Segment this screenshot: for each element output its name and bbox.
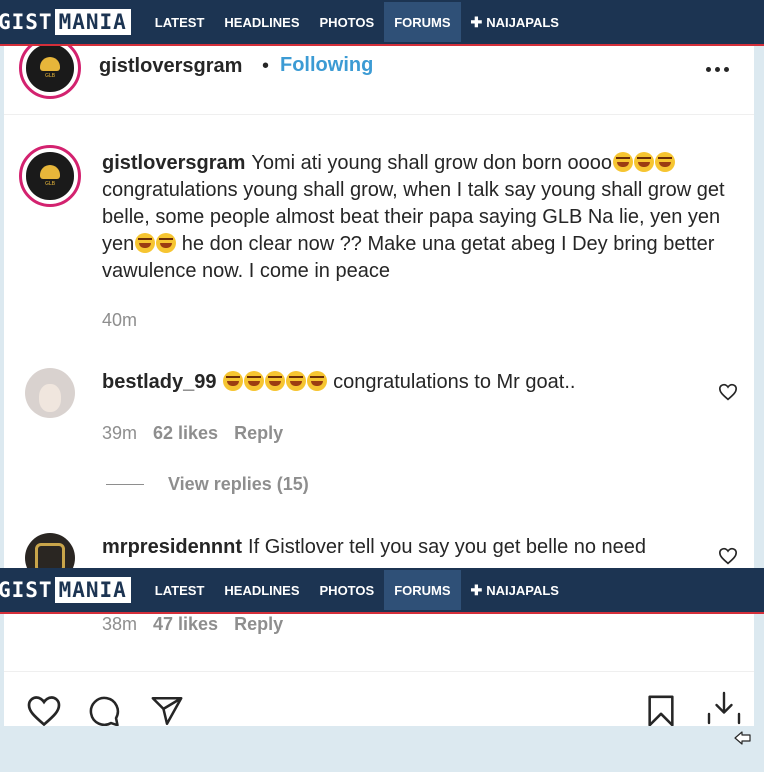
header-divider bbox=[4, 114, 754, 115]
comment-2-reply-button[interactable]: Reply bbox=[234, 614, 283, 634]
separator-dot: • bbox=[262, 55, 270, 77]
nav-latest[interactable]: LATEST bbox=[145, 570, 215, 610]
comment-2-body: If Gistlover tell you say you get belle … bbox=[248, 536, 647, 558]
commenter-avatar[interactable] bbox=[25, 368, 75, 418]
gistmania-logo[interactable]: GIST MANIA bbox=[0, 577, 131, 603]
laughing-emoji-icon bbox=[265, 371, 286, 391]
gistmania-logo[interactable]: GIST MANIA bbox=[0, 9, 131, 35]
comment-2-like-heart-icon[interactable] bbox=[718, 547, 738, 565]
more-options-icon[interactable] bbox=[702, 56, 732, 82]
post-author-username[interactable]: gistloversgram bbox=[99, 55, 242, 78]
page-bottom-band bbox=[0, 726, 764, 772]
nav-forums[interactable]: FORUMS bbox=[384, 2, 461, 42]
nav-forums[interactable]: FORUMS bbox=[384, 570, 461, 610]
laughing-emoji-icon bbox=[307, 371, 328, 391]
following-button[interactable]: Following bbox=[280, 54, 373, 77]
caption-text-part-1: Yomi ati young shall grow don born oooo bbox=[251, 152, 613, 174]
comment-2-text: mrpresidennnt If Gistlover tell you say y… bbox=[102, 534, 702, 561]
site-navbar-overlay: GIST MANIA LATEST HEADLINES PHOTOS FORUMS… bbox=[0, 568, 764, 614]
comment-1-body: congratulations to Mr goat.. bbox=[333, 371, 576, 393]
laughing-emoji-icon bbox=[155, 233, 176, 253]
nav-headlines[interactable]: HEADLINES bbox=[214, 2, 309, 42]
instagram-post-screenshot: GLB gistloversgram • Following GLB gistl… bbox=[4, 0, 754, 726]
caption-avatar[interactable]: GLB bbox=[19, 145, 81, 207]
hand-cursor-icon bbox=[734, 731, 751, 745]
nav-photos[interactable]: PHOTOS bbox=[310, 570, 385, 610]
comment-1-time: 39m bbox=[102, 423, 138, 443]
nav-naijapals[interactable]: ✚ NAIJAPALS bbox=[461, 570, 569, 610]
comment-1-text: bestlady_99 congratulations to Mr goat.. bbox=[102, 369, 702, 396]
heart-icon[interactable] bbox=[26, 694, 62, 726]
comment-1-meta: 39m 62 likes Reply bbox=[102, 423, 299, 444]
page-side-strip bbox=[754, 0, 764, 772]
laughing-emoji-group bbox=[223, 371, 328, 393]
comment-2-username[interactable]: mrpresidennnt bbox=[102, 536, 242, 558]
laughing-emoji-icon bbox=[612, 152, 633, 172]
laughing-emoji-icon bbox=[244, 371, 265, 391]
actions-divider bbox=[4, 671, 754, 672]
plus-icon: ✚ bbox=[470, 13, 483, 30]
laughing-emoji-icon bbox=[654, 152, 675, 172]
avatar-logo-icon: GLB bbox=[26, 152, 74, 200]
comment-1-reply-button[interactable]: Reply bbox=[234, 423, 283, 443]
post-caption: gistloversgram Yomi ati young shall grow … bbox=[102, 150, 742, 285]
plus-icon: ✚ bbox=[470, 581, 483, 598]
laughing-emoji-icon bbox=[633, 152, 654, 172]
comment-2-likes[interactable]: 47 likes bbox=[153, 614, 218, 634]
comment-1-likes[interactable]: 62 likes bbox=[153, 423, 218, 443]
nav-latest[interactable]: LATEST bbox=[145, 2, 215, 42]
comment-2-meta: 38m 47 likes Reply bbox=[102, 614, 299, 635]
view-replies-label: View replies (15) bbox=[168, 474, 309, 494]
comment-icon[interactable] bbox=[86, 694, 122, 726]
nav-photos[interactable]: PHOTOS bbox=[310, 2, 385, 42]
comment-1-username[interactable]: bestlady_99 bbox=[102, 371, 217, 393]
view-replies-button[interactable]: View replies (15) bbox=[106, 474, 309, 495]
caption-timestamp: 40m bbox=[102, 310, 138, 330]
laughing-emoji-group-2 bbox=[134, 233, 176, 255]
share-icon[interactable] bbox=[148, 694, 186, 726]
nav-headlines[interactable]: HEADLINES bbox=[214, 570, 309, 610]
laughing-emoji-icon bbox=[223, 371, 244, 391]
caption-username[interactable]: gistloversgram bbox=[102, 152, 245, 174]
avatar-logo-icon: GLB bbox=[26, 44, 74, 92]
replies-line bbox=[106, 484, 144, 485]
comment-2-time: 38m bbox=[102, 614, 138, 634]
laughing-emoji-icon bbox=[134, 233, 155, 253]
bookmark-icon[interactable] bbox=[644, 694, 678, 726]
laughing-emoji-icon bbox=[286, 371, 307, 391]
nav-naijapals[interactable]: ✚ NAIJAPALS bbox=[461, 2, 569, 42]
author-avatar[interactable]: GLB bbox=[19, 37, 81, 99]
download-icon[interactable] bbox=[704, 690, 744, 726]
laughing-emoji-group-1 bbox=[612, 152, 675, 174]
caption-text-part-3: he don clear now ?? Make una getat abeg … bbox=[102, 233, 715, 282]
comment-1-like-heart-icon[interactable] bbox=[718, 383, 738, 401]
site-navbar: GIST MANIA LATEST HEADLINES PHOTOS FORUMS… bbox=[0, 0, 764, 46]
